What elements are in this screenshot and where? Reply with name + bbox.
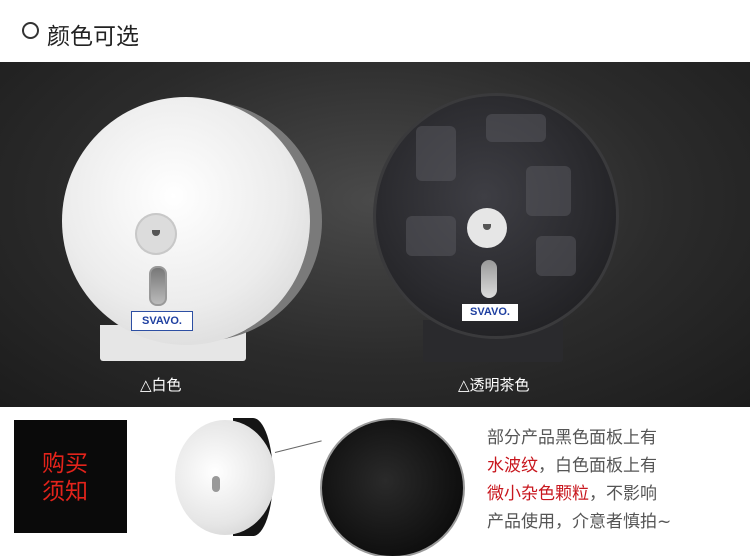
highlight-ripple: 水波纹 — [487, 456, 538, 476]
section-title: 颜色可选 — [47, 24, 139, 50]
reflection-shape — [526, 166, 571, 216]
white-dispenser-logo: SVAVO. — [131, 311, 193, 331]
notice-line-3: 微小杂色颗粒，不影响 — [487, 480, 671, 508]
white-variant-label: △白色 — [140, 376, 182, 394]
zoom-detail-image — [320, 418, 465, 556]
reflection-shape — [416, 126, 456, 181]
notice-line-1: 部分产品黑色面板上有 — [487, 428, 657, 448]
white-dispenser-lock — [135, 213, 177, 255]
white-dispenser-image — [62, 97, 310, 345]
highlight-speckles: 微小杂色颗粒 — [487, 484, 589, 504]
mini-dispenser-image — [175, 420, 275, 535]
notice-line-3-rest: ，不影响 — [589, 484, 657, 504]
smoked-dispenser-lock — [467, 208, 507, 248]
reflection-shape — [486, 114, 546, 142]
purchase-notice-badge: 购买 须知 — [14, 420, 127, 533]
keyhole-icon — [152, 230, 160, 236]
mini-dispenser-window — [212, 476, 220, 492]
circle-icon — [22, 22, 39, 39]
keyhole-icon — [483, 224, 491, 230]
notice-line-2-rest: ，白色面板上有 — [538, 456, 657, 476]
page: 颜色可选 SVAVO. SVAVO. △白色 △透明茶色 购买 须知 部分产品黑… — [0, 0, 750, 556]
badge-line-2: 须知 — [42, 479, 88, 505]
smoked-dispenser-logo: SVAVO. — [462, 304, 518, 321]
notice-line-2: 水波纹，白色面板上有 — [487, 452, 671, 480]
reflection-shape — [406, 216, 456, 256]
notice-text: 部分产品黑色面板上有 水波纹，白色面板上有 微小杂色颗粒，不影响 产品使用，介意… — [487, 424, 671, 536]
section-header: 颜色可选 — [0, 0, 750, 62]
smoked-dispenser-window — [481, 260, 497, 298]
reflection-shape — [536, 236, 576, 276]
smoked-variant-label: △透明茶色 — [458, 376, 530, 394]
badge-line-1: 购买 — [42, 451, 88, 477]
notice-line-4: 产品使用，介意者慎拍~ — [487, 512, 672, 532]
white-dispenser-window — [149, 266, 167, 306]
